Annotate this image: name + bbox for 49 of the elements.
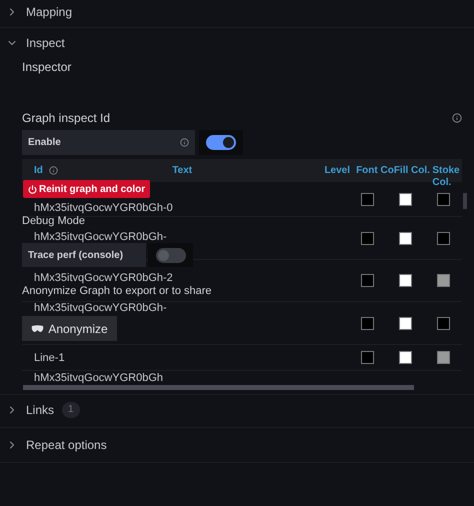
scrollbar[interactable] (23, 385, 414, 390)
column-header[interactable]: Level (324, 163, 356, 178)
color-swatch[interactable] (361, 316, 374, 330)
color-swatch[interactable] (399, 351, 412, 364)
table-cell-text: hMx35itvqGocwYGR0bGh (34, 372, 164, 384)
table-cell-text: hMx35itvqGocwYGR0bGh-0 (34, 202, 174, 214)
color-swatch[interactable] (437, 316, 450, 330)
mask-icon (31, 324, 44, 332)
section-title[interactable]: Links (26, 401, 54, 419)
column-header[interactable]: Fill Col. (394, 163, 432, 178)
color-swatch[interactable] (437, 232, 450, 244)
color-swatch[interactable] (399, 316, 412, 330)
debug-mode-label: Debug Mode (22, 215, 85, 227)
info-icon[interactable] (180, 138, 189, 147)
section-title[interactable]: Mapping (26, 3, 72, 21)
color-swatch[interactable] (399, 192, 412, 206)
column-header[interactable]: Text (172, 163, 324, 178)
anonymize-button[interactable]: Anonymize (22, 316, 117, 341)
color-swatch[interactable] (361, 192, 374, 206)
toggle-switch[interactable] (206, 135, 236, 150)
column-header[interactable]: Id (34, 163, 43, 178)
table-cell-text: Line-1 (34, 352, 66, 364)
section-title[interactable]: Inspect (26, 34, 65, 52)
color-swatch[interactable] (437, 274, 450, 287)
anonymize-description: Anonymize Graph to export or to share (22, 285, 212, 297)
info-icon[interactable] (48, 166, 58, 175)
color-swatch[interactable] (437, 192, 450, 206)
scrollbar[interactable] (463, 193, 467, 209)
reinit-button[interactable]: Reinit graph and color (23, 180, 150, 198)
field-label: Graph inspect Id (22, 110, 110, 127)
column-header[interactable]: Font Co (356, 163, 394, 178)
power-icon (28, 184, 37, 194)
info-icon[interactable] (452, 113, 462, 123)
color-swatch[interactable] (399, 274, 412, 287)
section-title[interactable]: Repeat options (26, 436, 107, 454)
color-swatch[interactable] (361, 274, 374, 287)
color-swatch[interactable] (399, 232, 412, 244)
column-header[interactable]: Stoke Col. (432, 164, 462, 188)
table-cell-text: hMx35itvqGocwYGR0bGh- (34, 302, 168, 314)
inspector-title: Inspector (22, 59, 72, 76)
color-swatch[interactable] (437, 351, 450, 364)
table-cell-text: hMx35itvqGocwYGR0bGh-2 (34, 272, 174, 284)
count-badge: 1 (62, 402, 80, 418)
color-swatch[interactable] (361, 232, 374, 244)
label-text: Trace perf (console) (28, 248, 124, 262)
color-swatch[interactable] (361, 351, 374, 364)
label-text: Enable (28, 136, 61, 150)
toggle-switch[interactable] (156, 248, 186, 262)
table-cell-text: hMx35itvqGocwYGR0bGh- (34, 231, 168, 243)
